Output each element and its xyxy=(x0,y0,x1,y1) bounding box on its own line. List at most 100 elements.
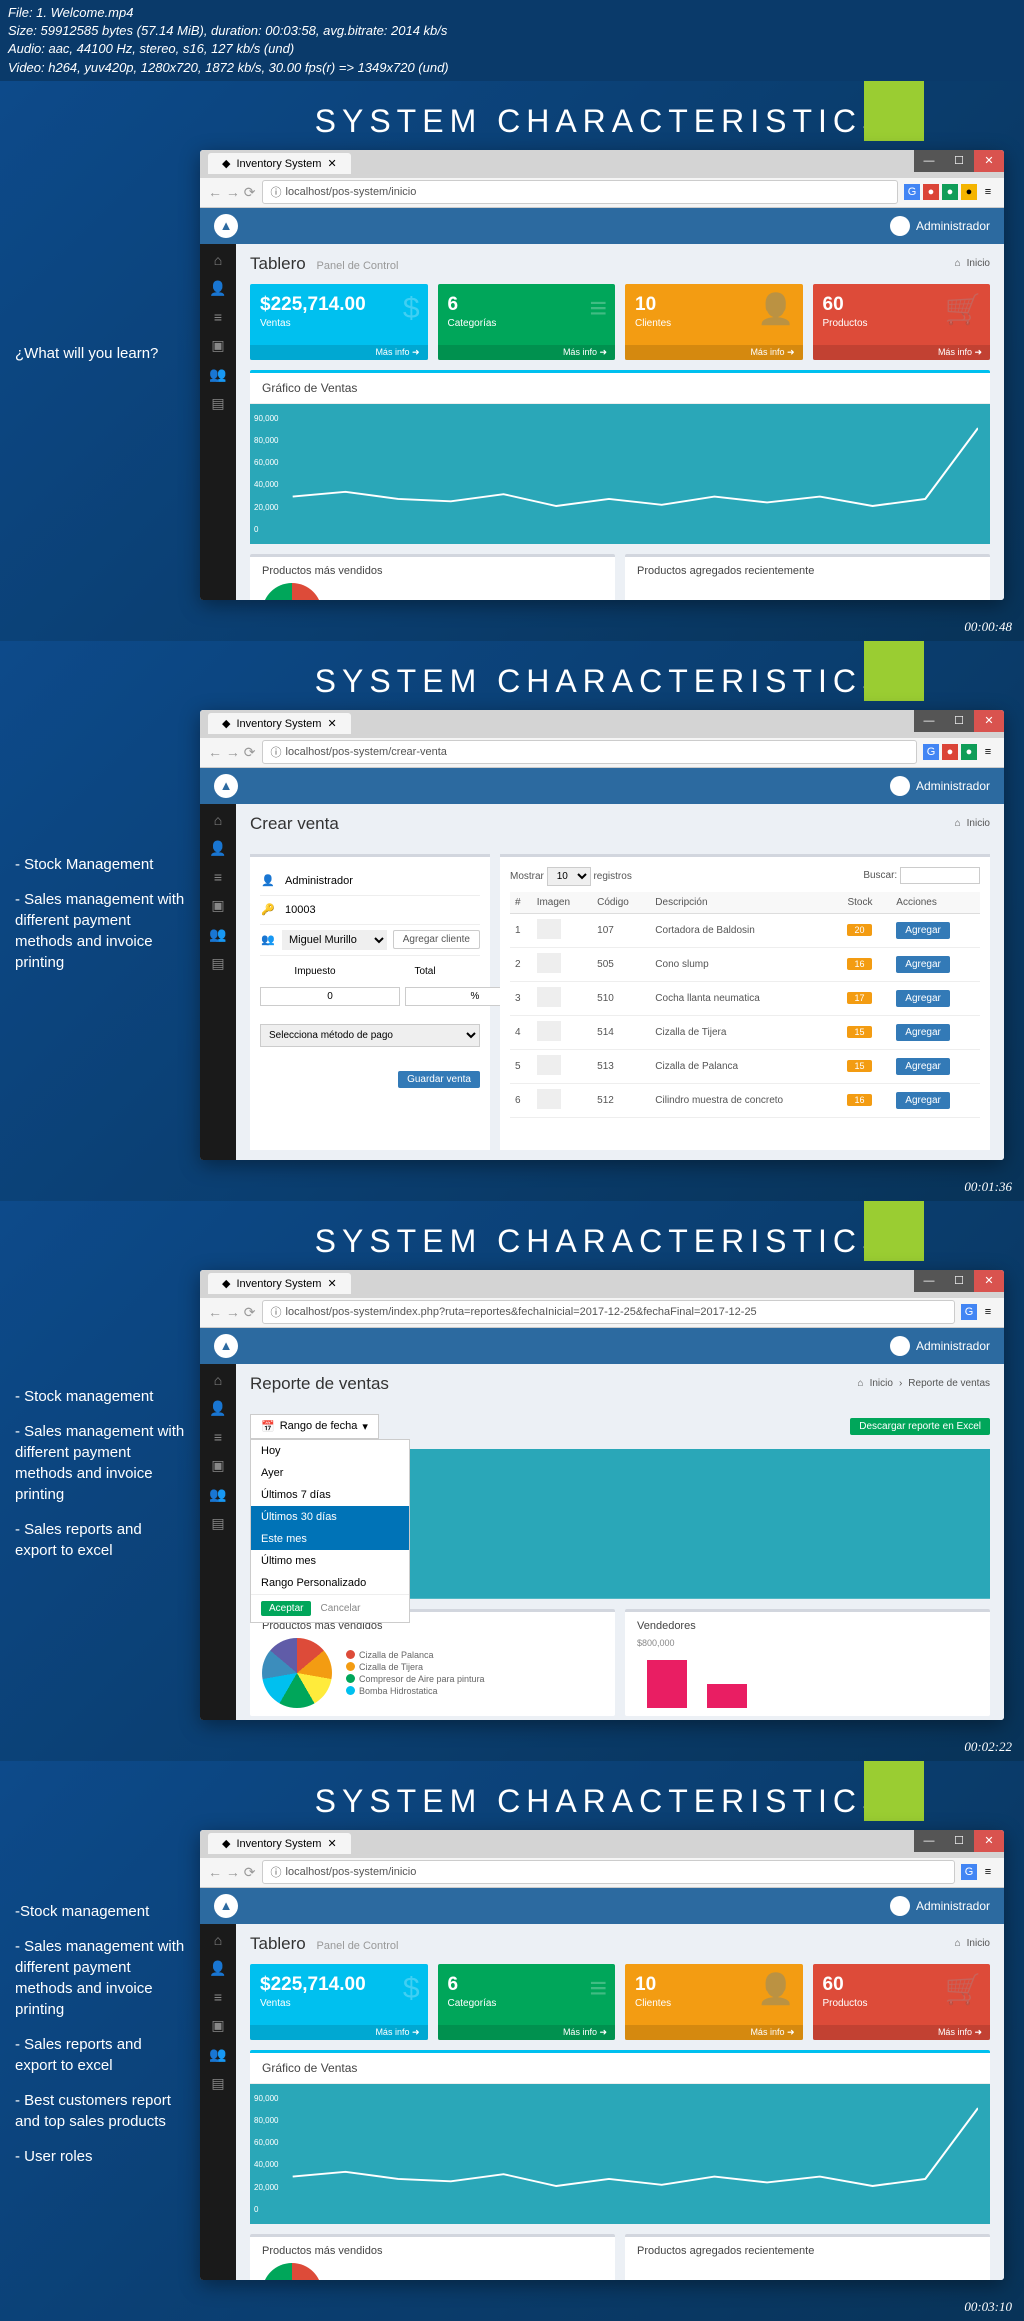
stat-card[interactable]: 10Clientes👤Más info ➜ xyxy=(625,1964,803,2040)
sidebar-sales-icon[interactable]: ▤ xyxy=(211,955,224,972)
browser-tab[interactable]: ◆ Inventory System ✕ xyxy=(208,1833,351,1854)
logo-icon[interactable]: ▲ xyxy=(214,1894,238,1918)
table-header[interactable]: Stock xyxy=(842,892,891,914)
date-option[interactable]: Ayer xyxy=(251,1462,409,1484)
date-option[interactable]: Últimos 7 días xyxy=(251,1484,409,1506)
table-header[interactable]: Imagen xyxy=(532,892,592,914)
maximize-button[interactable]: ☐ xyxy=(944,150,974,172)
nav-buttons[interactable]: ← → ⟳ xyxy=(208,1864,256,1881)
address-bar[interactable]: ⓘ localhost/pos-system/crear-venta xyxy=(262,740,917,764)
export-excel-button[interactable]: Descargar reporte en Excel xyxy=(850,1418,990,1435)
sidebar-home-icon[interactable]: ⌂ xyxy=(214,1372,222,1388)
add-button[interactable]: Agregar xyxy=(896,1024,950,1041)
breadcrumb[interactable]: ⌂ Inicio xyxy=(955,258,990,269)
extension-icons[interactable]: G●●≡ xyxy=(923,744,996,760)
user-menu[interactable]: Administrador xyxy=(890,1896,990,1916)
address-bar[interactable]: ⓘ localhost/pos-system/inicio xyxy=(262,1860,955,1884)
date-option[interactable]: Este mes xyxy=(251,1528,409,1550)
logo-icon[interactable]: ▲ xyxy=(214,214,238,238)
add-client-button[interactable]: Agregar cliente xyxy=(393,930,480,949)
nav-buttons[interactable]: ← → ⟳ xyxy=(208,184,256,201)
close-button[interactable]: ✕ xyxy=(974,1830,1004,1852)
sidebar-clients-icon[interactable]: 👥 xyxy=(209,366,226,383)
client-select[interactable]: Miguel Murillo xyxy=(282,930,387,950)
sidebar-box-icon[interactable]: ▣ xyxy=(211,1457,224,1474)
logo-icon[interactable]: ▲ xyxy=(214,1334,238,1358)
extension-icons[interactable]: G≡ xyxy=(961,1304,996,1320)
sidebar-list-icon[interactable]: ≡ xyxy=(214,1989,222,2005)
cancel-button[interactable]: Cancelar xyxy=(316,1601,364,1616)
stat-card[interactable]: 10Clientes👤Más info ➜ xyxy=(625,284,803,360)
sidebar-box-icon[interactable]: ▣ xyxy=(211,337,224,354)
sidebar-list-icon[interactable]: ≡ xyxy=(214,309,222,325)
date-option[interactable]: Rango Personalizado xyxy=(251,1572,409,1594)
sidebar-clients-icon[interactable]: 👥 xyxy=(209,1486,226,1503)
stat-card[interactable]: 60Productos🛒Más info ➜ xyxy=(813,1964,991,2040)
user-menu[interactable]: Administrador xyxy=(890,1336,990,1356)
tax-input[interactable] xyxy=(260,987,400,1006)
seller-input[interactable] xyxy=(282,872,480,890)
maximize-button[interactable]: ☐ xyxy=(944,710,974,732)
sidebar-sales-icon[interactable]: ▤ xyxy=(211,395,224,412)
browser-tab[interactable]: ◆ Inventory System ✕ xyxy=(208,153,351,174)
minimize-button[interactable]: — xyxy=(914,150,944,172)
code-input[interactable] xyxy=(282,901,480,919)
sidebar-clients-icon[interactable]: 👥 xyxy=(209,2046,226,2063)
apply-button[interactable]: Aceptar xyxy=(261,1601,311,1616)
extension-icons[interactable]: G●●●≡ xyxy=(904,184,996,200)
extension-icons[interactable]: G≡ xyxy=(961,1864,996,1880)
table-header[interactable]: Acciones xyxy=(891,892,980,914)
stat-card[interactable]: 6Categorías≡Más info ➜ xyxy=(438,284,616,360)
sidebar-sales-icon[interactable]: ▤ xyxy=(211,1515,224,1532)
nav-buttons[interactable]: ← → ⟳ xyxy=(208,1304,256,1321)
minimize-button[interactable]: — xyxy=(914,710,944,732)
breadcrumb[interactable]: ⌂ Inicio xyxy=(955,818,990,829)
address-bar[interactable]: ⓘ localhost/pos-system/index.php?ruta=re… xyxy=(262,1300,955,1324)
add-button[interactable]: Agregar xyxy=(896,990,950,1007)
user-menu[interactable]: Administrador xyxy=(890,776,990,796)
user-menu[interactable]: Administrador xyxy=(890,216,990,236)
minimize-button[interactable]: — xyxy=(914,1830,944,1852)
breadcrumb[interactable]: ⌂ Inicio xyxy=(955,1938,990,1949)
sidebar-box-icon[interactable]: ▣ xyxy=(211,2017,224,2034)
table-header[interactable]: # xyxy=(510,892,532,914)
add-button[interactable]: Agregar xyxy=(896,956,950,973)
stat-card[interactable]: $225,714.00Ventas$Más info ➜ xyxy=(250,284,428,360)
table-header[interactable]: Descripción xyxy=(650,892,842,914)
maximize-button[interactable]: ☐ xyxy=(944,1830,974,1852)
nav-buttons[interactable]: ← → ⟳ xyxy=(208,744,256,761)
payment-select[interactable]: Selecciona método de pago xyxy=(260,1024,480,1047)
close-button[interactable]: ✕ xyxy=(974,710,1004,732)
maximize-button[interactable]: ☐ xyxy=(944,1270,974,1292)
logo-icon[interactable]: ▲ xyxy=(214,774,238,798)
sidebar-home-icon[interactable]: ⌂ xyxy=(214,252,222,268)
date-option[interactable]: Último mes xyxy=(251,1550,409,1572)
stat-card[interactable]: 6Categorías≡Más info ➜ xyxy=(438,1964,616,2040)
browser-tab[interactable]: ◆ Inventory System ✕ xyxy=(208,1273,351,1294)
browser-tab[interactable]: ◆ Inventory System ✕ xyxy=(208,713,351,734)
minimize-button[interactable]: — xyxy=(914,1270,944,1292)
sidebar-clients-icon[interactable]: 👥 xyxy=(209,926,226,943)
close-button[interactable]: ✕ xyxy=(974,150,1004,172)
breadcrumb[interactable]: ⌂ Inicio › Reporte de ventas xyxy=(858,1378,990,1389)
page-size-select[interactable]: 10 xyxy=(547,867,591,886)
sidebar-list-icon[interactable]: ≡ xyxy=(214,1429,222,1445)
address-bar[interactable]: ⓘ localhost/pos-system/inicio xyxy=(262,180,898,204)
search-input[interactable] xyxy=(900,867,980,884)
stat-card[interactable]: $225,714.00Ventas$Más info ➜ xyxy=(250,1964,428,2040)
sidebar-box-icon[interactable]: ▣ xyxy=(211,897,224,914)
close-button[interactable]: ✕ xyxy=(974,1270,1004,1292)
sidebar-users-icon[interactable]: 👤 xyxy=(209,1960,226,1977)
add-button[interactable]: Agregar xyxy=(896,922,950,939)
date-option[interactable]: Últimos 30 días xyxy=(251,1506,409,1528)
sidebar-home-icon[interactable]: ⌂ xyxy=(214,1932,222,1948)
sidebar-list-icon[interactable]: ≡ xyxy=(214,869,222,885)
add-button[interactable]: Agregar xyxy=(896,1092,950,1109)
save-sale-button[interactable]: Guardar venta xyxy=(398,1071,480,1088)
sidebar-users-icon[interactable]: 👤 xyxy=(209,1400,226,1417)
date-range-button[interactable]: 📅 Rango de fecha ▾ xyxy=(250,1414,379,1439)
sidebar-users-icon[interactable]: 👤 xyxy=(209,280,226,297)
sidebar-sales-icon[interactable]: ▤ xyxy=(211,2075,224,2092)
add-button[interactable]: Agregar xyxy=(896,1058,950,1075)
sidebar-users-icon[interactable]: 👤 xyxy=(209,840,226,857)
